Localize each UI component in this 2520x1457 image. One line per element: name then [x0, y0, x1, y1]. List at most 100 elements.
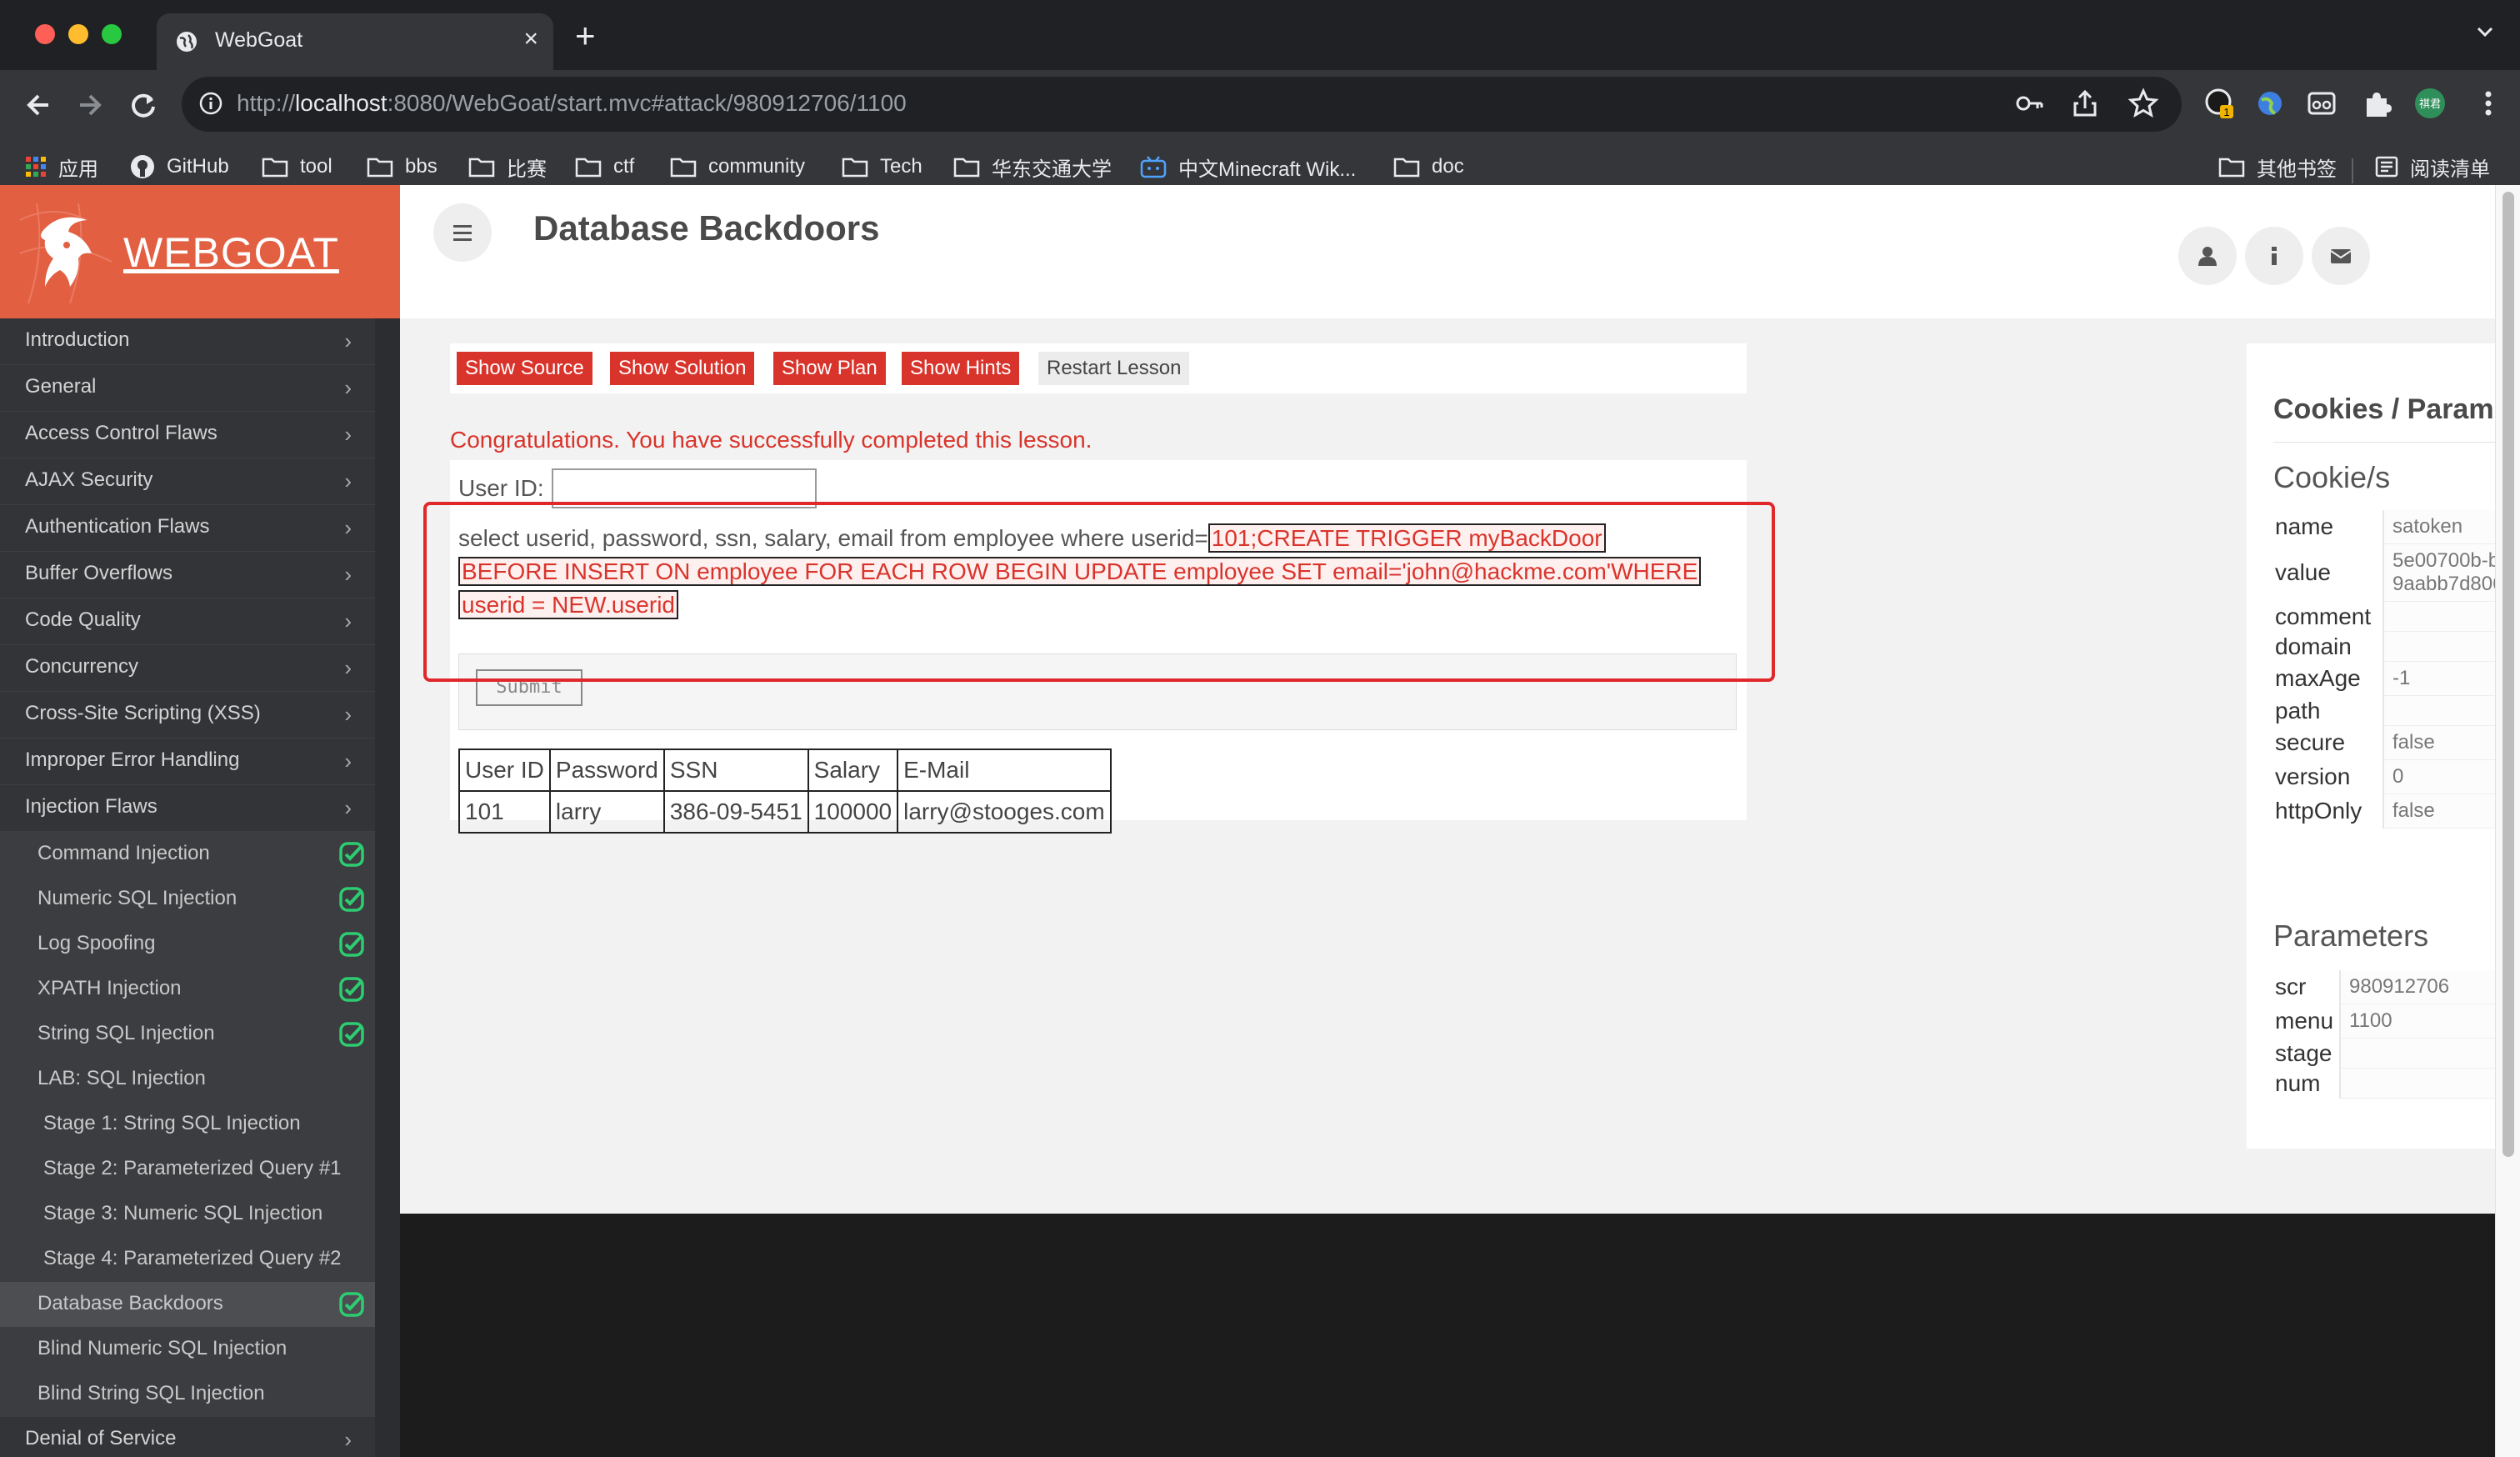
- star-icon[interactable]: [2125, 85, 2162, 122]
- bookmark-folder-university[interactable]: 华东交通大学: [953, 152, 1112, 182]
- tab-close-icon[interactable]: ×: [523, 25, 538, 53]
- sidebar-item-denial-of-service[interactable]: Denial of Service ›: [0, 1417, 375, 1457]
- completed-check-icon: [339, 1292, 364, 1317]
- table-row: 101 larry 386-09-5451 100000 larry@stoog…: [458, 790, 1112, 834]
- bookmark-folder-bbs[interactable]: bbs: [367, 152, 438, 182]
- brand-name: WEBGOAT: [123, 229, 339, 276]
- completed-check-icon: [339, 842, 364, 867]
- show-plan-button[interactable]: Show Plan: [773, 352, 886, 385]
- red-highlight-annotation: [423, 502, 1775, 682]
- url-text: http://localhost:8080/WebGoat/start.mvc#…: [237, 90, 907, 116]
- puzzle-icon[interactable]: [2358, 85, 2395, 122]
- reload-icon[interactable]: [122, 83, 165, 127]
- new-tab-button[interactable]: +: [575, 18, 596, 53]
- chevron-right-icon: ›: [344, 655, 352, 680]
- more-vert-icon[interactable]: [2470, 85, 2507, 122]
- sidebar-lesson-lab-sql[interactable]: LAB: SQL Injection: [0, 1057, 375, 1102]
- webgoat-brand[interactable]: WEBGOAT: [0, 185, 400, 318]
- reader-extension-icon[interactable]: [2303, 85, 2340, 122]
- key-icon[interactable]: [2012, 85, 2048, 122]
- sidebar-item-buffer-overflows[interactable]: Buffer Overflows ›: [0, 552, 375, 598]
- sidebar-item-general[interactable]: General ›: [0, 365, 375, 412]
- param-num-value: [2340, 1068, 2520, 1099]
- back-icon[interactable]: [17, 83, 60, 127]
- bookmark-folder-tech[interactable]: Tech: [842, 152, 922, 182]
- folder-icon: [262, 158, 288, 178]
- bookmarks-divider: [2352, 158, 2353, 183]
- sidebar-item-error-handling[interactable]: Improper Error Handling ›: [0, 739, 375, 785]
- forward-icon[interactable]: [68, 83, 112, 127]
- param-menu-value: 1100: [2340, 1004, 2520, 1039]
- address-bar[interactable]: http://localhost:8080/WebGoat/start.mvc#…: [182, 77, 2182, 132]
- column-header: E-Mail: [897, 749, 1112, 792]
- contact-button[interactable]: [2312, 227, 2370, 285]
- sidebar-lesson-stage-3[interactable]: Stage 3: Numeric SQL Injection: [0, 1192, 375, 1237]
- chevron-down-icon[interactable]: [2475, 22, 2495, 42]
- completed-check-icon: [339, 932, 364, 957]
- bookmark-folder-contest[interactable]: 比赛: [468, 152, 547, 182]
- bookmark-folder-tool[interactable]: tool: [262, 152, 332, 182]
- about-button[interactable]: [2245, 227, 2303, 285]
- browser-tab[interactable]: WebGoat ×: [157, 13, 553, 70]
- column-header: Salary: [807, 749, 899, 792]
- show-source-button[interactable]: Show Source: [457, 352, 592, 385]
- hamburger-menu-button[interactable]: [433, 203, 492, 262]
- bookmark-apps[interactable]: 应用: [25, 152, 98, 182]
- sidebar-item-ajax-security[interactable]: AJAX Security ›: [0, 458, 375, 505]
- restart-lesson-button[interactable]: Restart Lesson: [1038, 352, 1190, 385]
- bookmark-minecraft-wiki[interactable]: 中文Minecraft Wik...: [1140, 152, 1356, 182]
- bookmark-folder-ctf[interactable]: ctf: [575, 152, 634, 182]
- folder-icon: [367, 158, 393, 178]
- sidebar-gutter: [375, 318, 400, 1457]
- completed-check-icon: [339, 887, 364, 912]
- maximize-window-button[interactable]: [102, 24, 122, 44]
- bookmark-folder-community[interactable]: community: [670, 152, 805, 182]
- user-button[interactable]: [2178, 227, 2237, 285]
- show-hints-button[interactable]: Show Hints: [902, 352, 1020, 385]
- folder-icon: [953, 158, 980, 178]
- profile-avatar[interactable]: 祺君: [2412, 85, 2448, 122]
- sidebar-lesson-string-sql[interactable]: String SQL Injection: [0, 1012, 375, 1057]
- result-table: User ID Password SSN Salary E-Mail 101 l…: [458, 749, 1112, 834]
- sidebar-lesson-blind-numeric[interactable]: Blind Numeric SQL Injection: [0, 1327, 375, 1372]
- bookmark-folder-doc[interactable]: doc: [1393, 152, 1464, 182]
- chevron-right-icon: ›: [344, 608, 352, 633]
- reading-list-button[interactable]: 阅读清单: [2375, 152, 2490, 182]
- sidebar-lesson-blind-string[interactable]: Blind String SQL Injection: [0, 1372, 375, 1417]
- svg-text:祺君: 祺君: [2419, 98, 2441, 111]
- extension-icon[interactable]: 1: [2202, 85, 2238, 122]
- table-cell: 386-09-5451: [662, 790, 809, 834]
- panel-divider: [2273, 442, 2520, 443]
- page-header: Database Backdoors: [400, 185, 2495, 318]
- sidebar-lesson-xpath[interactable]: XPATH Injection: [0, 967, 375, 1012]
- page-scrollbar[interactable]: [2495, 185, 2520, 1457]
- sidebar-item-authentication[interactable]: Authentication Flaws ›: [0, 505, 375, 552]
- browser-tab-bar: WebGoat × +: [0, 0, 2520, 70]
- sidebar-item-code-quality[interactable]: Code Quality ›: [0, 598, 375, 645]
- minimize-window-button[interactable]: [68, 24, 88, 44]
- sidebar-lesson-numeric-sql[interactable]: Numeric SQL Injection: [0, 877, 375, 922]
- sidebar-item-concurrency[interactable]: Concurrency ›: [0, 645, 375, 692]
- bookmark-github[interactable]: GitHub: [130, 152, 229, 182]
- sidebar-item-xss[interactable]: Cross-Site Scripting (XSS) ›: [0, 692, 375, 739]
- bookmark-other-folder[interactable]: 其他书签: [2218, 152, 2337, 182]
- sidebar-item-access-control[interactable]: Access Control Flaws ›: [0, 412, 375, 458]
- sidebar-lesson-database-backdoors[interactable]: Database Backdoors: [0, 1282, 375, 1327]
- scrollbar-thumb[interactable]: [2502, 192, 2514, 1157]
- globe-extension-icon[interactable]: [2252, 85, 2288, 122]
- sidebar-lesson-stage-1[interactable]: Stage 1: String SQL Injection: [0, 1102, 375, 1147]
- share-icon[interactable]: [2067, 85, 2103, 122]
- sidebar-lesson-command-injection[interactable]: Command Injection: [0, 832, 375, 877]
- chevron-right-icon: ›: [344, 468, 352, 493]
- sidebar-lesson-log-spoofing[interactable]: Log Spoofing: [0, 922, 375, 967]
- close-window-button[interactable]: [35, 24, 55, 44]
- page-title: Database Backdoors: [533, 208, 880, 248]
- info-icon: [2272, 247, 2277, 265]
- sidebar-lesson-stage-4[interactable]: Stage 4: Parameterized Query #2: [0, 1237, 375, 1282]
- folder-icon: [670, 158, 697, 178]
- sidebar-item-introduction[interactable]: Introduction ›: [0, 318, 375, 365]
- sidebar-lesson-stage-2[interactable]: Stage 2: Parameterized Query #1: [0, 1147, 375, 1192]
- info-icon[interactable]: [198, 91, 223, 116]
- show-solution-button[interactable]: Show Solution: [610, 352, 755, 385]
- sidebar-item-injection-flaws[interactable]: Injection Flaws ›: [0, 785, 375, 832]
